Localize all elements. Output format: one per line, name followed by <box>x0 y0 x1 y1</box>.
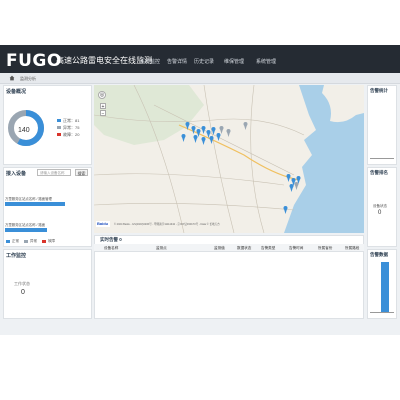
col-monitor-point[interactable]: 监测点 <box>156 246 167 251</box>
legend-fault: 故障：20 <box>63 132 80 137</box>
alarm-count-title: 告警统计 <box>370 88 388 93</box>
alarm-data-title: 告警数据 <box>370 252 388 257</box>
nav-item-monitor[interactable]: 系统监控 <box>140 58 160 65</box>
nav-item-maintenance[interactable]: 维保管理 <box>224 58 244 65</box>
device-status-label: 设备状态 <box>373 204 387 208</box>
alarm-rank-title: 告警排名 <box>370 170 388 175</box>
alarm-count-axis <box>370 158 394 159</box>
access-legend-fault-swatch <box>42 240 46 243</box>
access-devices-panel <box>3 167 92 247</box>
col-road-section[interactable]: 所属路段 <box>345 246 359 251</box>
app-title: 高速公路雷电安全在线监测 <box>56 56 152 65</box>
zoom-out-button[interactable]: − <box>100 110 106 117</box>
legend-fault-swatch <box>57 133 61 136</box>
access-devices-title: 接入设备 <box>6 171 27 177</box>
logo-text: FUGO <box>6 51 62 71</box>
access-legend-normal: 正常 <box>12 239 19 243</box>
alarm-count-panel <box>367 85 397 165</box>
fugo-logo: FUGO <box>6 51 62 71</box>
access-legend-normal-swatch <box>6 240 10 243</box>
access-legend-abnormal-swatch <box>24 240 28 243</box>
pan-control[interactable]: ◎ <box>98 91 106 99</box>
alarm-data-axis <box>370 312 394 313</box>
map-canvas[interactable] <box>94 85 364 233</box>
col-province[interactable]: 所属省份 <box>318 246 332 251</box>
realtime-alarm-title: 实时告警 0 <box>100 237 122 242</box>
pan-control-icon: ◎ <box>99 92 105 98</box>
device-search-input[interactable]: 请输入设备名称 <box>37 169 71 176</box>
device-status-value: 0 <box>378 210 382 216</box>
zoom-in-button[interactable]: + <box>100 103 106 110</box>
access-legend-abnormal: 异常 <box>30 239 37 243</box>
breadcrumb-label[interactable]: 监测分析 <box>20 76 36 82</box>
access-row-1-bar <box>5 202 65 206</box>
search-button[interactable]: 搜索 <box>75 169 88 176</box>
work-status-value: 0 <box>21 289 25 296</box>
access-row-2-bar <box>5 228 47 232</box>
nav-item-system[interactable]: 系统管理 <box>256 58 276 65</box>
device-overview-title: 设备概况 <box>6 89 27 95</box>
legend-abnormal: 异常：75 <box>63 125 80 130</box>
nav-item-history[interactable]: 历史记录 <box>194 58 214 65</box>
legend-normal-swatch <box>57 119 61 122</box>
col-device-name[interactable]: 设备名称 <box>104 246 118 251</box>
map-view[interactable]: ◎ + − Baidu © 2024 Baidu - GS(2023)3206号… <box>94 85 364 233</box>
work-status-label: 工作状态 <box>14 281 30 286</box>
alarm-data-bar <box>381 262 389 312</box>
nav-item-alarm[interactable]: 告警详情 <box>167 58 187 65</box>
legend-normal: 正常：81 <box>63 118 80 123</box>
work-status-title: 工作监控 <box>6 253 27 259</box>
access-row-1-label: 万里服务区站点名称 / 路面管理 <box>5 197 52 201</box>
device-total: 140 <box>18 127 30 134</box>
col-monitor-value[interactable]: 监测值 <box>214 246 225 251</box>
map-copyright: © 2024 Baidu - GS(2023)3206号 - 甲测资字11111… <box>114 223 220 226</box>
baidu-logo: Baidu <box>97 221 109 226</box>
access-legend-fault: 故障 <box>48 239 55 243</box>
breadcrumb <box>0 73 400 84</box>
col-alarm-time[interactable]: 告警时间 <box>289 246 303 251</box>
col-data-status[interactable]: 数据状态 <box>237 246 251 251</box>
legend-abnormal-swatch <box>57 126 61 129</box>
home-icon[interactable] <box>9 75 15 81</box>
access-row-2-label: 万里服务区站点名称 / 路面 <box>5 223 46 227</box>
col-alarm-type[interactable]: 告警类型 <box>261 246 275 251</box>
